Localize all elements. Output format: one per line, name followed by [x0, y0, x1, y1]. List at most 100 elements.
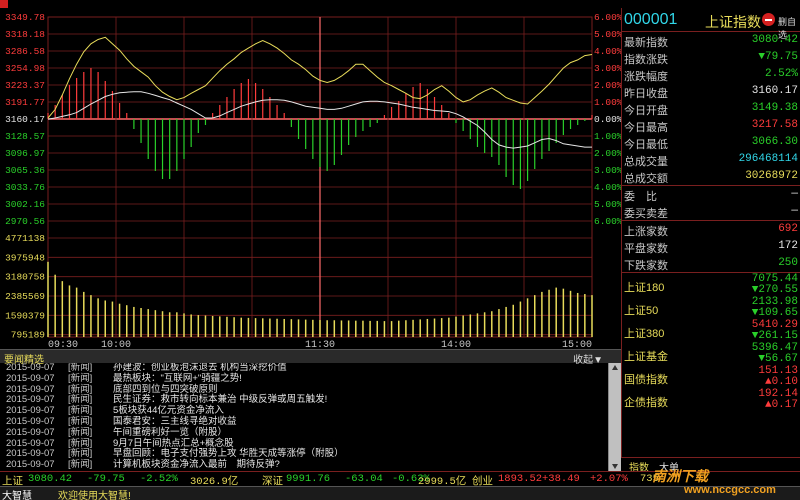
price-tick-label: 3349.78: [5, 12, 45, 23]
price-tick-label: 3223.37: [5, 80, 45, 91]
stat-label: 今日最高: [624, 122, 668, 134]
stat-row: 今日最高 3217.58: [622, 117, 800, 134]
stat-row: 平盘家数 172: [622, 238, 800, 255]
stat-value: 3066.30: [751, 136, 798, 148]
stat-value: ▼79.75: [758, 51, 798, 63]
news-headline[interactable]: 计算机板块资金净流入最前 期待反弹?: [113, 459, 280, 471]
news-item[interactable]: 2015-09-07 [新闻] 最热板块："互联网+"骑疆之势!: [0, 372, 621, 385]
news-item[interactable]: 2015-09-07 [新闻] 国泰君安：三主线寻绝对收益: [0, 416, 621, 428]
breadth-stats: 上涨家数 692 平盘家数 172 下跌家数 250: [622, 221, 800, 273]
index-name: 上证180: [624, 282, 665, 294]
index-name: 上证380: [624, 328, 665, 340]
price-tick-label: 3254.98: [5, 63, 45, 74]
stat-value: 3160.17: [751, 85, 798, 97]
stat-row: 委 比 —: [622, 186, 800, 203]
percent-tick-label: 4.00%: [594, 182, 621, 193]
news-item[interactable]: 2015-09-07 [新闻] 午间重磅利好一览（附股）: [0, 426, 621, 439]
news-item[interactable]: 2015-09-07 [新闻] 孙建波：创业板泡沫退去 机构当深挖价值: [0, 363, 621, 374]
scroll-up-icon[interactable]: [612, 365, 618, 370]
stat-label: 最新指数: [624, 37, 668, 49]
news-date: 2015-09-07: [6, 372, 55, 384]
percent-tick-label: 3.00%: [594, 63, 621, 74]
stat-value: —: [791, 188, 798, 200]
scroll-down-icon[interactable]: [612, 464, 618, 469]
stat-value: 692: [778, 223, 798, 235]
news-item[interactable]: 2015-09-07 [新闻] 民生证券：救市转向标本兼治 中级反弹或周五触发!: [0, 395, 621, 406]
status-bar: 大智慧 欢迎使用大智慧!: [0, 486, 800, 500]
watermark: 南洲下载: [652, 468, 708, 484]
stat-row: 下跌家数 250: [622, 255, 800, 272]
app-logo: 大智慧: [2, 491, 32, 500]
stat-row: 今日开盘 3149.38: [622, 100, 800, 117]
index-change: ▼109.65: [751, 307, 798, 319]
percent-tick-label: 3.00%: [594, 165, 621, 176]
stat-label: 平盘家数: [624, 243, 668, 255]
stat-label: 下跌家数: [624, 260, 668, 272]
stock-name: 上证指数: [705, 14, 761, 30]
stat-label: 今日最低: [624, 139, 668, 151]
percent-tick-label: 5.00%: [594, 199, 621, 210]
remove-favorite-icon[interactable]: [762, 13, 775, 26]
stat-label: 昨日收盘: [624, 88, 668, 100]
news-list: 2015-09-07 [新闻] 孙建波：创业板泡沫退去 机构当深挖价值 2015-09…: [0, 363, 621, 471]
news-date: 2015-09-07: [6, 426, 55, 438]
volume-tick-label: 795189: [11, 330, 46, 341]
stat-value: 172: [778, 240, 798, 252]
index-row[interactable]: 企债指数 192.14 ▲0.17: [622, 388, 800, 411]
index-name: 上证50: [624, 305, 659, 317]
index-change: ▼56.67: [758, 353, 798, 365]
index-row[interactable]: 上证380 5410.29 ▼261.15: [622, 319, 800, 342]
stat-row: 昨日收盘 3160.17: [622, 83, 800, 100]
news-source: [新闻]: [68, 459, 93, 471]
quote-panel: 000001 上证指数 删自选 最新指数 3080.42 指数涨跌 ▼79.75 涨跌幅…: [621, 8, 800, 457]
price-tick-label: 3096.97: [5, 148, 45, 159]
index-row[interactable]: 上证50 2133.98 ▼109.65: [622, 296, 800, 319]
index-name: 国债指数: [624, 374, 668, 386]
index-change: ▼270.55: [751, 284, 798, 296]
news-source: [新闻]: [68, 426, 93, 438]
stat-row: 上涨家数 692: [622, 221, 800, 238]
news-headline[interactable]: 最热板块："互联网+"骑疆之势!: [113, 373, 242, 385]
intraday-chart[interactable]: 3349.78 6.00% 3318.18 5.00% 3286.58 4.00% 3254…: [0, 0, 621, 349]
time-tick-label: 14:00: [441, 340, 471, 349]
stat-value: 250: [778, 257, 798, 269]
index-list: 上证180 7075.44 ▼270.55 上证50 2133.98 ▼109.65 上证3…: [622, 273, 800, 411]
volume-tick-label: 1590379: [5, 310, 45, 321]
volume-tick-label: 3975948: [5, 252, 45, 263]
index-name: 上证基金: [624, 351, 668, 363]
index-row[interactable]: 上证基金 5396.47 ▼56.67: [622, 342, 800, 365]
quote-title-bar: 000001 上证指数 删自选: [622, 8, 800, 40]
ticker-item: +38.49: [542, 473, 580, 485]
price-tick-label: 3160.17: [5, 114, 45, 125]
stat-value: 296468114: [738, 153, 798, 165]
news-headline[interactable]: 午间重磅利好一览（附股）: [113, 427, 227, 439]
percent-tick-label: 1.00%: [594, 97, 621, 108]
volume-tick-label: 4771138: [5, 233, 45, 244]
chart-menu-icon: [0, 0, 8, 8]
ticker-item: -63.04: [345, 473, 383, 485]
time-tick-label: 09:30: [48, 340, 78, 349]
percent-tick-label: 2.00%: [594, 148, 621, 159]
news-item[interactable]: 2015-09-07 [新闻] 早盘回顾：电子支付强势上攻 华胜天成等涨停（附股）: [0, 449, 621, 460]
index-row[interactable]: 国债指数 151.13 ▲0.10: [622, 365, 800, 388]
news-item[interactable]: 2015-09-07 [新闻] 计算机板块资金净流入最前 期待反弹?: [0, 459, 621, 471]
stat-label: 涨跌幅度: [624, 71, 668, 83]
price-tick-label: 3065.36: [5, 165, 45, 176]
percent-tick-label: 6.00%: [594, 12, 621, 23]
stat-row: 总成交额 30268972: [622, 168, 800, 185]
stat-row: 涨跌幅度 2.52%: [622, 66, 800, 83]
ticker-item: +2.07%: [590, 473, 628, 485]
percent-tick-label: 4.00%: [594, 46, 621, 57]
price-tick-label: 3002.16: [5, 199, 45, 210]
news-date: 2015-09-07: [6, 459, 55, 471]
news-item[interactable]: 2015-09-07 [新闻] 5板块获44亿元资金净流入: [0, 405, 621, 417]
news-scrollbar[interactable]: [608, 363, 621, 471]
price-tick-label: 3128.57: [5, 131, 45, 142]
stat-value: 3080.42: [751, 34, 798, 46]
order-stats: 委 比 — 委买卖差 —: [622, 186, 800, 221]
price-tick-label: 3191.77: [5, 97, 45, 108]
stat-label: 今日开盘: [624, 105, 668, 117]
news-header: 要闻精选 收起▼: [0, 349, 621, 366]
percent-tick-label: 2.00%: [594, 80, 621, 91]
index-row[interactable]: 上证180 7075.44 ▼270.55: [622, 273, 800, 296]
